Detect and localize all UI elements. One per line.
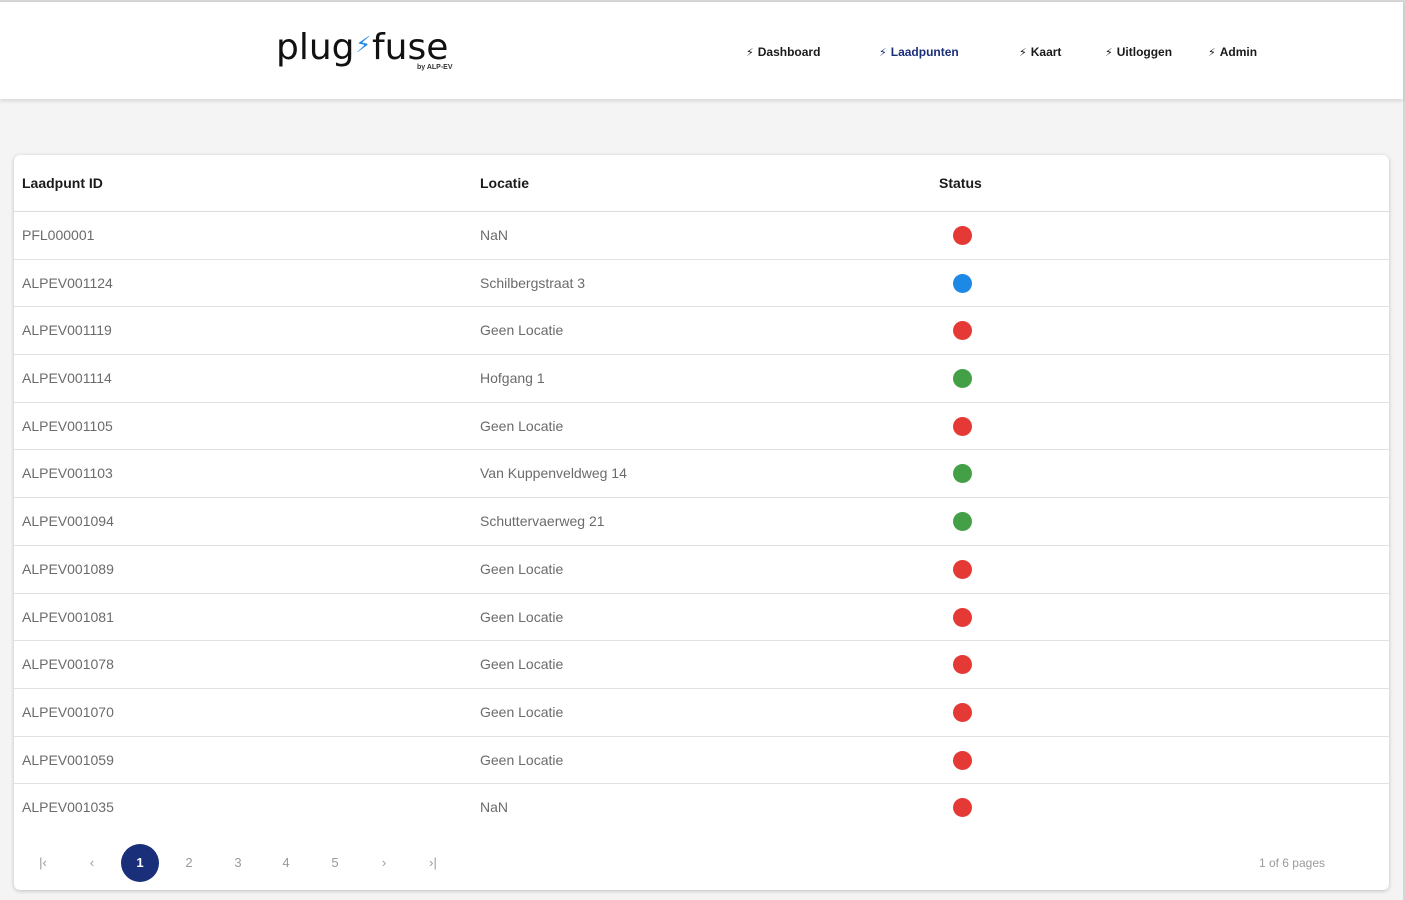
status-green-dot <box>953 369 972 389</box>
status-green-dot <box>953 464 972 484</box>
cell-locatie: Schilbergstraat 3 <box>480 274 586 291</box>
table-row[interactable]: ALPEV001103 Van Kuppenveldweg 14 <box>14 450 1389 499</box>
table-body: PFL000001 NaN ALPEV001124 Schilbergstraat 3… <box>14 212 1389 832</box>
cell-laadpunt-id: ALPEV001078 <box>22 656 114 673</box>
column-header-status[interactable]: Status <box>939 175 982 191</box>
bolt-icon: ⚡ <box>1208 47 1216 59</box>
nav-item-dashboard[interactable]: ⚡ Dashboard <box>746 44 820 61</box>
cell-laadpunt-id: ALPEV001119 <box>22 322 112 339</box>
table-row[interactable]: ALPEV001070 Geen Locatie <box>14 689 1389 737</box>
nav-item-admin[interactable]: ⚡ Admin <box>1208 44 1257 61</box>
bolt-icon: ⚡ <box>1105 47 1113 59</box>
page-button-1[interactable]: 1 <box>121 844 159 882</box>
table-row[interactable]: ALPEV001105 Geen Locatie <box>14 403 1389 451</box>
nav-item-label: Kaart <box>1030 45 1062 59</box>
nav-item-label: Dashboard <box>757 45 821 59</box>
cell-locatie: Geen Locatie <box>480 417 564 434</box>
nav-item-label: Uitloggen <box>1116 45 1173 59</box>
cell-laadpunt-id: ALPEV001070 <box>22 703 114 720</box>
cell-locatie: Geen Locatie <box>480 703 564 720</box>
status-red-dot <box>953 607 972 627</box>
status-green-dot <box>953 512 972 532</box>
nav-item-laadpunten[interactable]: ⚡ Laadpunten <box>879 44 959 61</box>
first-page-icon[interactable]: |‹ <box>24 844 62 882</box>
cell-laadpunt-id: PFL000001 <box>22 227 95 243</box>
cell-locatie: Hofgang 1 <box>480 370 545 387</box>
status-red-dot <box>953 416 972 436</box>
cell-locatie: NaN <box>480 799 509 816</box>
main-nav: ⚡ Dashboard ⚡ Laadpunten ⚡ Kaart ⚡ Uitloggen ⚡ Ad… <box>0 44 1403 60</box>
cell-locatie: NaN <box>480 227 509 243</box>
status-blue-dot <box>953 273 972 293</box>
pagination: 1 of 6 pages |‹ ‹ 1 2 3 4 5 › ›| <box>14 841 1389 882</box>
cell-locatie: Schuttervaerweg 21 <box>480 513 605 530</box>
status-red-dot <box>953 702 972 722</box>
page-button-3[interactable]: 3 <box>219 844 257 882</box>
cell-locatie: Geen Locatie <box>480 751 564 768</box>
cell-locatie: Van Kuppenveldweg 14 <box>480 465 627 482</box>
cell-locatie: Geen Locatie <box>480 322 564 339</box>
cell-laadpunt-id: ALPEV001103 <box>22 465 113 482</box>
bolt-icon: ⚡ <box>1019 47 1027 59</box>
table-row[interactable]: ALPEV001081 Geen Locatie <box>14 594 1389 642</box>
table-header: Laadpunt ID Locatie Status <box>14 155 1389 212</box>
table-row[interactable]: ALPEV001089 Geen Locatie <box>14 546 1389 594</box>
cell-laadpunt-id: ALPEV001035 <box>22 799 114 816</box>
page-button-2[interactable]: 2 <box>170 844 208 882</box>
page-button-4[interactable]: 4 <box>267 844 305 882</box>
cell-laadpunt-id: ALPEV001094 <box>22 513 114 530</box>
table-row[interactable]: ALPEV001035 NaN <box>14 784 1389 832</box>
chevron-right-icon[interactable]: › <box>365 844 403 882</box>
cell-laadpunt-id: ALPEV001114 <box>22 370 112 387</box>
cell-laadpunt-id: ALPEV001081 <box>22 608 114 625</box>
column-header-laadpunt-id[interactable]: Laadpunt ID <box>22 175 103 191</box>
status-red-dot <box>953 750 972 770</box>
cell-locatie: Geen Locatie <box>480 560 564 577</box>
status-red-dot <box>953 798 972 818</box>
cell-laadpunt-id: ALPEV001059 <box>22 751 114 768</box>
logo-subtitle: by ALP-EV <box>417 64 453 71</box>
table-row[interactable]: ALPEV001124 Schilbergstraat 3 <box>14 260 1389 308</box>
page-button-5[interactable]: 5 <box>316 844 354 882</box>
status-red-dot <box>953 226 972 245</box>
column-header-locatie[interactable]: Locatie <box>480 175 529 191</box>
status-red-dot <box>953 655 972 675</box>
table-row[interactable]: ALPEV001094 Schuttervaerweg 21 <box>14 498 1389 546</box>
laadpunten-table-card: Laadpunt ID Locatie Status PFL000001 NaN A… <box>14 155 1389 890</box>
bolt-icon: ⚡ <box>879 47 887 59</box>
status-red-dot <box>953 559 972 579</box>
bolt-icon: ⚡ <box>746 47 754 59</box>
nav-item-kaart[interactable]: ⚡ Kaart <box>1019 44 1061 61</box>
cell-locatie: Geen Locatie <box>480 608 564 625</box>
nav-item-label: Laadpunten <box>890 45 959 59</box>
table-row[interactable]: ALPEV001114 Hofgang 1 <box>14 355 1389 403</box>
table-row[interactable]: ALPEV001119 Geen Locatie <box>14 307 1389 356</box>
cell-laadpunt-id: ALPEV001124 <box>22 274 113 291</box>
last-page-icon[interactable]: ›| <box>414 844 452 882</box>
table-row[interactable]: PFL000001 NaN <box>14 212 1389 260</box>
nav-item-label: Admin <box>1219 45 1258 59</box>
pagination-info: 1 of 6 pages <box>1258 856 1325 870</box>
app-page: plug⚡fuse by ALP-EV ⚡ Dashboard ⚡ Laadpunte… <box>0 0 1405 900</box>
top-header: plug⚡fuse by ALP-EV ⚡ Dashboard ⚡ Laadpunte… <box>0 2 1403 99</box>
cell-laadpunt-id: ALPEV001089 <box>22 560 114 577</box>
table-row[interactable]: ALPEV001078 Geen Locatie <box>14 641 1389 689</box>
chevron-left-icon[interactable]: ‹ <box>73 844 111 882</box>
status-red-dot <box>953 321 972 341</box>
nav-item-uitloggen[interactable]: ⚡ Uitloggen <box>1105 44 1172 61</box>
cell-locatie: Geen Locatie <box>480 656 564 673</box>
cell-laadpunt-id: ALPEV001105 <box>22 417 113 434</box>
table-row[interactable]: ALPEV001059 Geen Locatie <box>14 737 1389 785</box>
